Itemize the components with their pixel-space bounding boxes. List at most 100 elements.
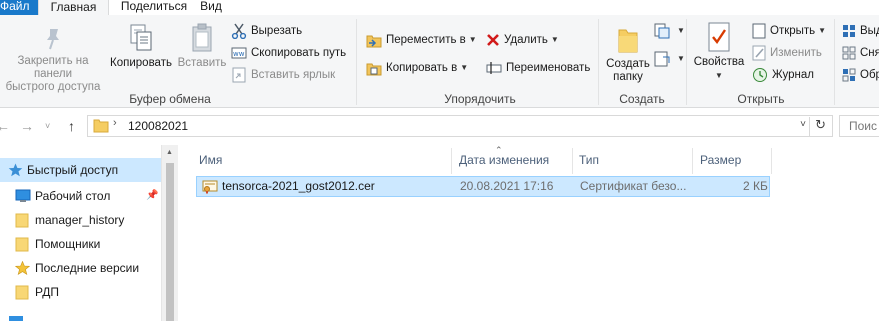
back-arrow-icon[interactable]: ← [0,118,10,134]
certificate-icon [202,180,218,194]
new-folder-label-line1: Создать [606,58,650,70]
tab-view[interactable]: Вид [199,0,223,15]
nav-item-label: Рабочий стол [35,189,111,203]
chevron-down-icon: ▼ [677,54,685,63]
refresh-icon[interactable]: ↻ [809,117,826,137]
delete-button[interactable]: Удалить ▼ [486,30,559,50]
column-divider[interactable] [692,148,693,174]
address-dropdown-chevron-icon[interactable]: ˅ [800,119,806,130]
pin-to-quick-access-button[interactable]: Закрепить на панели быстрого доступа [0,27,106,94]
clipboard-group-label: Буфер обмена [129,92,211,106]
desktop-icon [15,189,31,202]
rename-button[interactable]: Переименовать [486,58,590,78]
history-button[interactable]: Журнал [752,65,814,85]
breadcrumb-separator-icon[interactable]: › [113,117,117,129]
select-none-button[interactable]: Сня [842,43,879,63]
nav-item-quick-access[interactable]: Быстрый доступ [0,158,161,182]
easy-access-icon [654,51,670,67]
create-group-label: Создать [619,92,665,106]
delete-x-icon [487,34,499,46]
new-folder-button[interactable]: Создать папку [600,26,656,84]
nav-item-label: Последние версии [35,261,140,275]
nav-item-manager-history[interactable]: manager_history [0,208,161,232]
copy-to-button[interactable]: Копировать в ▼ [366,58,468,78]
copy-icon [130,24,152,51]
copy-label: Копировать [110,57,172,69]
new-folder-icon [618,29,638,53]
star-icon [15,261,30,275]
navigation-pane: Быстрый доступ Рабочий стол 📌 manager_hi… [0,145,178,321]
file-date: 20.08.2021 17:16 [460,179,554,193]
open-button[interactable]: Открыть ▼ [752,21,826,41]
forward-arrow-icon[interactable]: → [20,118,34,134]
folder-icon [15,213,29,228]
ribbon: Закрепить на панели быстрого доступа Коп… [0,15,879,108]
breadcrumb-current-folder[interactable]: 120082021 [128,119,188,133]
folder-icon [93,119,109,133]
chevron-down-icon: ▼ [460,63,469,72]
nav-item-label: Помощники [35,237,101,251]
properties-button[interactable]: Свойства ▼ [690,22,748,82]
pin-icon[interactable]: 📌 [146,184,158,208]
nav-item-recent-versions[interactable]: Последние версии [0,256,161,280]
select-all-button[interactable]: Выд [842,21,879,41]
new-item-icon [654,23,670,39]
tab-share[interactable]: Поделиться [109,0,199,15]
file-size: 2 КБ [743,179,768,193]
pin-icon [47,29,59,50]
rename-icon [486,61,502,74]
copy-to-label: Копировать в [386,62,458,75]
tab-file[interactable]: Файл [0,0,38,15]
edit-icon [752,45,766,61]
star-icon [8,163,23,177]
select-none-icon [842,46,856,60]
edit-button[interactable]: Изменить [752,43,822,63]
column-header-date[interactable]: Дата изменения [459,149,549,171]
paste-shortcut-button[interactable]: Вставить ярлык [231,65,335,85]
column-header-name[interactable]: Имя [199,149,222,171]
easy-access-button[interactable]: ▼ [654,49,685,69]
delete-label: Удалить [504,34,548,47]
nav-item-label: Быстрый доступ [27,163,119,177]
move-to-label: Переместить в [386,34,466,47]
table-row[interactable]: tensorca-2021_gost2012.cer 20.08.2021 17… [196,176,770,197]
paste-button[interactable]: Вставить [174,23,230,70]
address-bar[interactable]: › 120082021 ˅ ↻ [87,115,833,137]
clipboard-icon [192,23,212,52]
search-input[interactable]: Поис [839,115,879,137]
address-bar-row: ← → ˅ ↑ › 120082021 ˅ ↻ Поис [0,109,879,144]
nav-item-desktop[interactable]: Рабочий стол 📌 [0,184,161,208]
open-label: Открыть [770,25,816,38]
up-arrow-icon[interactable]: ↑ [68,118,75,134]
nav-item-rdp[interactable]: РДП [0,280,161,304]
invert-selection-button[interactable]: Обр [842,65,879,85]
select-all-label: Выд [860,25,879,37]
invert-selection-label: Обр [860,69,879,81]
chevron-down-icon: ▼ [715,71,723,80]
copy-button[interactable]: Копировать [106,23,176,70]
invert-selection-icon [842,68,856,82]
nav-item-helpers[interactable]: Помощники [0,232,161,256]
scrollbar-thumb[interactable] [166,163,174,321]
chevron-down-icon: ▼ [468,35,477,44]
move-to-icon [366,35,382,47]
recent-locations-chevron-icon[interactable]: ˅ [45,121,50,131]
new-folder-label-line2: папку [613,71,643,83]
scroll-up-arrow-icon[interactable]: ▲ [166,149,173,156]
column-divider[interactable] [451,148,452,174]
column-divider[interactable] [771,148,772,174]
select-none-label: Сня [860,47,879,59]
new-item-button[interactable]: ▼ [654,21,685,41]
move-to-button[interactable]: Переместить в ▼ [366,30,477,50]
select-all-icon [843,24,855,37]
nav-pane-scrollbar[interactable]: ▲ [161,145,178,321]
copy-path-button[interactable]: ww Скопировать путь [231,43,346,63]
cut-button[interactable]: Вырезать [231,21,302,41]
column-divider[interactable] [572,148,573,174]
history-icon [753,67,767,82]
column-header-type[interactable]: Тип [579,149,599,171]
folder-icon [15,237,29,252]
tab-home[interactable]: Главная [38,0,109,15]
ribbon-separator [834,19,835,105]
column-header-size[interactable]: Размер [700,149,741,171]
